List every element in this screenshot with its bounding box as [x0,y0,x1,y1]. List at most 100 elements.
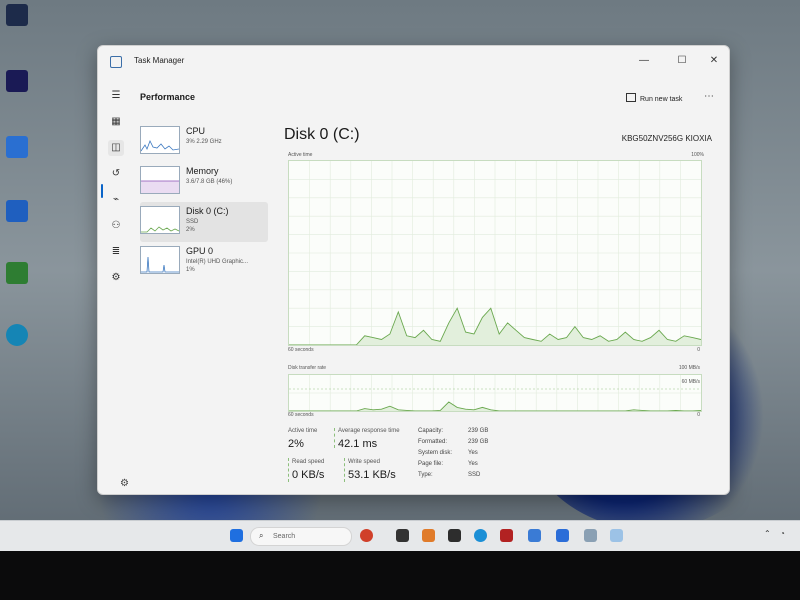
device-detail: 1% [186,267,195,273]
capacity-value: 239 GB [468,428,489,434]
disk-detail-panel: Disk 0 (C:) KBG50ZNV256G KIOXIA Active t… [284,122,714,482]
device-item-disk[interactable]: Disk 0 (C:) SSD 2% [140,202,268,242]
time-span-label: 60 seconds [288,347,314,353]
taskbar-app-icon[interactable] [448,529,461,542]
device-list: CPU 3% 2.29 GHz Memory 3.6/7.8 GB (46%) … [140,122,270,482]
zero-label: 0 [697,347,700,353]
active-time-graph-label: Active time [288,152,313,158]
taskbar-search-box[interactable]: ⌕ Search [250,527,352,546]
gpu-sparkline [141,256,179,273]
desktop-shortcut[interactable] [0,262,34,284]
device-item-cpu[interactable]: CPU 3% 2.29 GHz [140,122,268,162]
search-placeholder: Search [273,533,296,540]
task-manager-icon [110,56,122,68]
transfer-rate-graph [288,374,702,412]
avg-response-value: 42.1 ms [338,438,378,450]
more-options-icon[interactable]: ⋯ [704,91,715,102]
transfer-rate-chart [289,375,701,411]
type-label: Type: [418,472,433,478]
task-manager-window: Task Manager — ☐ ✕ ☰ ▦ ◫ ↺ ⌁ ⚇ ≣ ⚙ ⚙ Per… [97,45,730,495]
cpu-sparkline [141,140,179,152]
active-time-stat-label: Active time [288,428,318,434]
write-speed-label: Write speed [348,459,380,465]
device-name: Disk 0 (C:) [186,206,229,216]
gpu-thumbnail [140,246,180,274]
taskbar-app-icon[interactable] [556,529,569,542]
memory-sparkline [141,180,179,193]
page-file-value: Yes [468,461,478,467]
desktop-shortcut[interactable] [0,70,34,92]
window-title: Task Manager [134,56,185,65]
tray-chevron-icon[interactable]: ⌃ [764,529,771,538]
nav-rail: ☰ ▦ ◫ ↺ ⌁ ⚇ ≣ ⚙ [98,76,136,494]
edge-icon[interactable] [474,529,487,542]
active-time-max-label: 100% [691,152,704,158]
avg-response-label: Average response time [338,428,400,434]
transfer-max-label: 100 MB/s [678,365,700,371]
device-detail: 3.6/7.8 GB (46%) [186,179,233,185]
taskbar: ⌕ Search ⌃ ◔ [0,520,800,551]
taskbar-app-icon[interactable] [500,529,513,542]
transfer-rate-label: Disk transfer rate [288,365,327,371]
system-disk-label: System disk: [418,450,453,456]
device-name: Memory [186,166,219,176]
disk-model: KBG50ZNV256G KIOXIA [621,134,712,143]
device-name: CPU [186,126,206,136]
time-span-label-2: 60 seconds [288,412,314,418]
device-detail: 2% [186,227,195,233]
formatted-label: Formatted: [418,439,448,445]
settings-icon[interactable]: ⚙ [120,478,129,489]
active-time-chart [289,161,701,345]
run-task-icon [626,93,636,102]
desktop-shortcut[interactable] [0,136,34,158]
app-history-icon[interactable]: ↺ [108,166,124,182]
write-speed-value: 53.1 KB/s [348,469,396,481]
maximize-button[interactable]: ☐ [673,52,691,70]
details-icon[interactable]: ≣ [108,244,124,260]
capacity-label: Capacity: [418,428,444,434]
taskbar-app-icon[interactable] [584,529,597,542]
memory-thumbnail [140,166,180,194]
network-icon[interactable]: ◔ [780,529,785,538]
start-button-icon[interactable] [230,529,243,542]
close-button[interactable]: ✕ [705,52,723,70]
users-icon[interactable]: ⚇ [108,218,124,234]
taskbar-app-icon[interactable] [422,529,435,542]
stat-divider [288,458,289,482]
read-speed-value: 0 KB/s [292,469,325,481]
device-detail: Intel(R) UHD Graphic... [186,259,249,265]
edge-shortcut[interactable] [0,324,34,346]
processes-icon[interactable]: ▦ [108,114,124,130]
task-manager-taskbar-icon[interactable] [610,529,623,542]
zero-label-2: 0 [697,412,700,418]
taskbar-app-icon[interactable] [528,529,541,542]
task-view-icon[interactable] [396,529,409,542]
device-detail: 3% 2.29 GHz [186,139,222,145]
disk-thumbnail [140,206,180,234]
services-icon[interactable]: ⚙ [108,270,124,286]
title-bar[interactable]: Task Manager — ☐ ✕ [98,46,729,76]
taskbar-app-icon[interactable] [360,529,373,542]
transfer-mid-label: 60 MB/s [681,379,700,385]
run-new-task-label: Run new task [640,96,683,103]
search-icon: ⌕ [259,531,264,540]
page-title: Performance [140,92,196,102]
hamburger-menu-icon[interactable]: ☰ [108,88,124,104]
read-speed-label: Read speed [292,459,325,465]
formatted-value: 239 GB [468,439,489,445]
type-value: SSD [468,472,481,478]
run-new-task-button[interactable]: Run new task [626,93,682,103]
page-file-label: Page file: [418,461,444,467]
performance-icon[interactable]: ◫ [108,140,124,156]
cpu-thumbnail [140,126,180,154]
device-item-memory[interactable]: Memory 3.6/7.8 GB (46%) [140,162,268,202]
startup-apps-icon[interactable]: ⌁ [108,192,124,208]
active-time-graph [288,160,702,346]
stat-divider [344,458,345,482]
desktop-shortcut[interactable] [0,200,34,222]
device-name: GPU 0 [186,246,214,256]
device-item-gpu[interactable]: GPU 0 Intel(R) UHD Graphic... 1% [140,242,268,282]
minimize-button[interactable]: — [635,52,653,70]
desktop-shortcut[interactable] [0,4,34,26]
system-disk-value: Yes [468,450,478,456]
